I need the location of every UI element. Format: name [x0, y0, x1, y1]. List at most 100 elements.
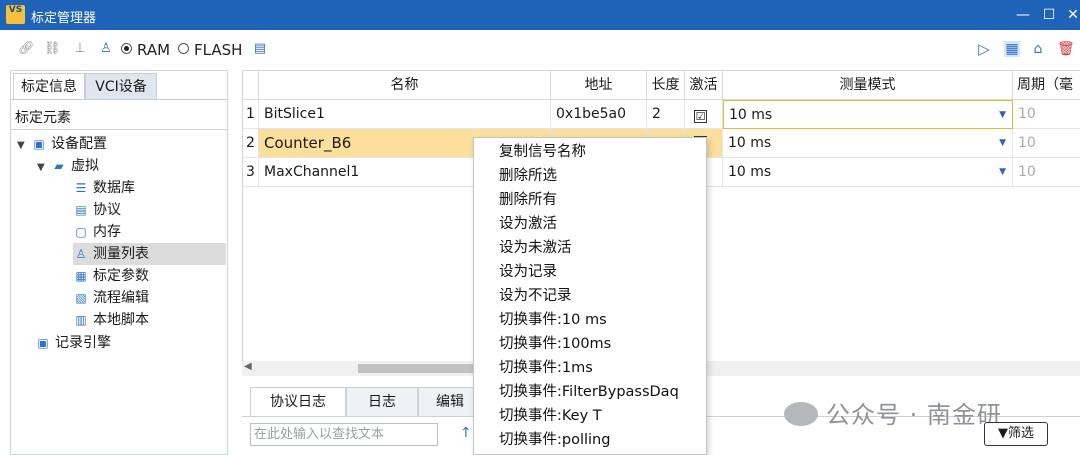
scroll-left-icon[interactable]: ◀ — [244, 361, 252, 372]
tree-item-database[interactable]: ☰ 数据库 — [73, 177, 135, 199]
play-icon[interactable]: ▷ — [976, 41, 992, 57]
menu-item-delete-all[interactable]: 删除所有 — [499, 188, 557, 212]
menu-item-copy-signal-name[interactable]: 复制信号名称 — [499, 140, 586, 164]
ram-radio[interactable] — [121, 43, 132, 54]
section-label: 标定元素 — [15, 110, 71, 126]
menu-item-event-key-t[interactable]: 切换事件:Key T — [499, 404, 602, 428]
tree-item-flow-edit[interactable]: ▧ 流程编辑 — [73, 287, 149, 309]
search-input[interactable]: 在此处输入以查找文本 — [250, 423, 438, 446]
cell-period[interactable]: 10 — [1013, 158, 1080, 187]
maximize-button[interactable]: ☐ — [1038, 4, 1060, 26]
filter-button[interactable]: ▼筛选 — [984, 422, 1048, 446]
cell-mode[interactable]: 10 ms ▼ — [723, 129, 1013, 158]
scrollbar-thumb[interactable] — [358, 364, 488, 373]
active-checkbox[interactable]: ☑ — [694, 110, 707, 123]
cell-active[interactable]: ☑ — [685, 100, 723, 129]
column-header-mode[interactable]: 测量模式 — [723, 71, 1013, 100]
chevron-down-icon[interactable]: ▼ — [17, 135, 31, 157]
filter-icon: ▼ — [997, 426, 1008, 441]
user-stamp-icon[interactable]: ♙ — [98, 41, 114, 57]
chevron-down-icon[interactable]: ▼ — [37, 157, 51, 179]
tab-protocol-log[interactable]: 协议日志 — [250, 387, 346, 416]
flow-icon: ▧ — [75, 291, 87, 305]
flash-radio[interactable] — [178, 43, 189, 54]
protocol-icon: ▤ — [75, 203, 87, 217]
tab-vci-device[interactable]: VCI设备 — [85, 73, 157, 99]
tree-item-device-config[interactable]: ▼ ▣ 设备配置 — [17, 133, 107, 155]
cell-period[interactable]: 10 — [1013, 100, 1080, 129]
tree-item-label: 设备配置 — [51, 136, 107, 152]
menu-item-event-polling[interactable]: 切换事件:polling — [499, 428, 610, 452]
cell-name[interactable]: BitSlice1 — [259, 100, 551, 129]
link-icon[interactable]: 🔗︎ — [18, 41, 35, 57]
menu-item-event-filterbypassdaq[interactable]: 切换事件:FilterBypassDaq — [499, 380, 679, 404]
menu-item-set-no-record[interactable]: 设为不记录 — [499, 284, 572, 308]
menu-item-event-1ms[interactable]: 切换事件:1ms — [499, 356, 593, 380]
window-title: 标定管理器 — [31, 11, 97, 26]
tree-item-calibration-params[interactable]: ▦ 标定参数 — [73, 265, 149, 287]
menu-item-set-inactive[interactable]: 设为未激活 — [499, 236, 572, 260]
menu-item-set-active[interactable]: 设为激活 — [499, 212, 557, 236]
wechat-icon — [784, 402, 818, 426]
tree-item-label: 协议 — [93, 202, 121, 218]
cell-mode[interactable]: 10 ms ▼ — [723, 158, 1013, 187]
mode-value: 10 ms — [728, 135, 772, 151]
column-header-length[interactable]: 长度 — [647, 71, 685, 100]
dropdown-arrow-icon[interactable]: ▼ — [999, 129, 1006, 157]
tree-item-virtual[interactable]: ▼ ▰ 虚拟 — [37, 155, 99, 177]
column-header-address[interactable]: 地址 — [551, 71, 647, 100]
menu-item-delete-selected[interactable]: 删除所选 — [499, 164, 557, 188]
tree-item-label: 数据库 — [93, 180, 135, 196]
section-divider — [11, 129, 227, 130]
tree-item-label: 测量列表 — [93, 246, 149, 262]
toolbar: 🔗︎ ⛓︎ ⊥ ♙ RAM FLASH ▤ ▷ ▦ ⌂ 🗑︎ — [0, 30, 1080, 68]
config-icon: ▣ — [33, 137, 45, 151]
tab-log[interactable]: 日志 — [346, 387, 418, 416]
stamp-icon[interactable]: ⊥ — [72, 41, 88, 57]
device-icon: ▰ — [54, 159, 64, 173]
menu-item-set-record[interactable]: 设为记录 — [499, 260, 557, 284]
minimize-button[interactable]: — — [1012, 4, 1034, 26]
close-button[interactable]: ✕ — [1062, 4, 1080, 26]
row-index: 2 — [243, 129, 259, 158]
context-menu: 复制信号名称 删除所选 删除所有 设为激活 设为未激活 设为记录 设为不记录 切… — [473, 137, 707, 455]
tree-item-local-script[interactable]: ▥ 本地脚本 — [73, 309, 149, 331]
cell-length[interactable]: 2 — [647, 100, 685, 129]
tab-divider — [11, 99, 227, 100]
flash-label: FLASH — [194, 41, 243, 59]
tree-item-protocol[interactable]: ▤ 协议 — [73, 199, 121, 221]
tree-item-record-engine[interactable]: ▣ 记录引擎 — [35, 332, 111, 354]
tab-calibration-info[interactable]: 标定信息 — [13, 73, 85, 99]
tree-item-measure-list[interactable]: ♙ 测量列表 — [73, 243, 226, 265]
dropdown-arrow-icon[interactable]: ▼ — [999, 158, 1006, 186]
tree-item-memory[interactable]: ▢ 内存 — [73, 221, 121, 243]
cell-period[interactable]: 10 — [1013, 129, 1080, 158]
menu-item-event-100ms[interactable]: 切换事件:100ms — [499, 332, 611, 356]
watermark-text: 公众号 · 南金研 — [826, 401, 1002, 429]
column-header-active[interactable]: 激活 — [685, 71, 723, 100]
title-bar: VS 标定管理器 — ☐ ✕ — [0, 0, 1080, 30]
database-icon: ☰ — [75, 181, 87, 195]
column-header-period[interactable]: 周期（毫 — [1013, 71, 1080, 100]
ram-label: RAM — [137, 41, 171, 59]
dropdown-arrow-icon[interactable]: ▼ — [999, 101, 1006, 128]
cell-address[interactable]: 0x1be5a0 — [551, 100, 647, 129]
param-icon: ▦ — [75, 269, 87, 283]
cell-mode[interactable]: 10 ms ▼ — [723, 100, 1013, 129]
unlink-icon[interactable]: ⛓︎ — [44, 41, 61, 57]
tree-item-label: 内存 — [93, 224, 121, 240]
script-icon: ▥ — [75, 313, 87, 327]
menu-item-event-10ms[interactable]: 切换事件:10 ms — [499, 308, 607, 332]
tree-item-label: 记录引擎 — [55, 335, 111, 351]
delete-icon[interactable]: 🗑︎ — [1057, 41, 1075, 57]
memory-icon[interactable]: ▤ — [252, 41, 268, 57]
table-row[interactable]: 1 BitSlice1 0x1be5a0 2 ☑ 10 ms ▼ 10 — [243, 100, 1080, 129]
bookmark-icon[interactable]: ⌂ — [1030, 41, 1046, 57]
watermark: 公众号 · 南金研 — [784, 395, 1002, 430]
mode-value: 10 ms — [728, 164, 772, 180]
app-logo-icon: VS — [6, 5, 25, 24]
row-index: 3 — [243, 158, 259, 187]
column-header-name[interactable]: 名称 — [259, 71, 551, 100]
arrow-up-icon[interactable]: ↑ — [460, 425, 472, 441]
layout-icon[interactable]: ▦ — [1004, 41, 1020, 57]
